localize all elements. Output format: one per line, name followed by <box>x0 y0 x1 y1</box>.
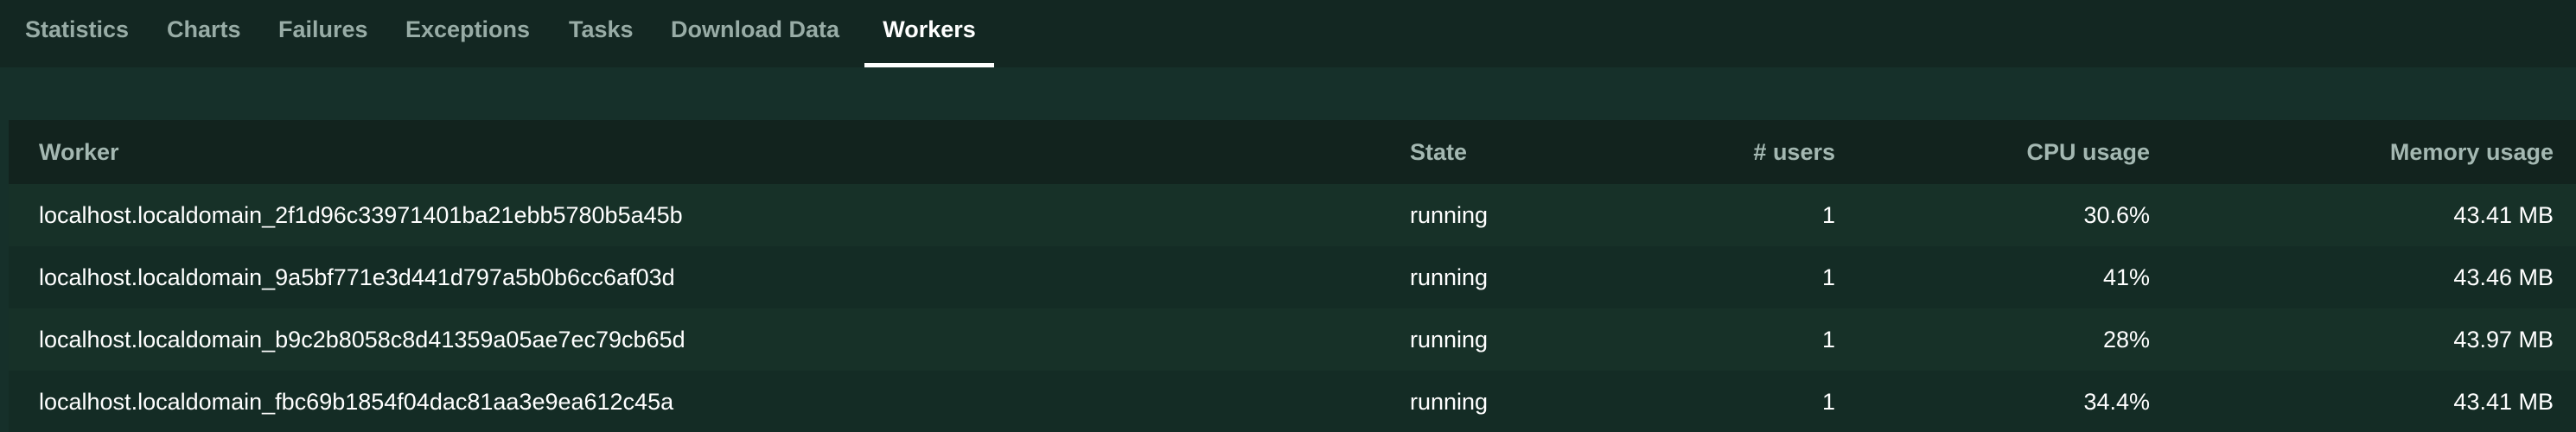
tab-exceptions[interactable]: Exceptions <box>405 0 530 67</box>
table-row: localhost.localdomain_9a5bf771e3d441d797… <box>9 246 2576 308</box>
table-header: Worker State # users CPU usage Memory us… <box>9 120 2576 184</box>
worker-memory-usage: 43.41 MB <box>2453 389 2554 415</box>
worker-state: running <box>1410 327 1489 353</box>
worker-cpu-usage: 41% <box>2102 264 2150 290</box>
worker-state: running <box>1410 202 1489 228</box>
worker-memory-usage: 43.97 MB <box>2453 327 2554 353</box>
worker-name: localhost.localdomain_b9c2b8058c8d41359a… <box>39 327 685 353</box>
tab-download-data[interactable]: Download Data <box>671 0 839 67</box>
tab-charts[interactable]: Charts <box>167 0 241 67</box>
table-row: localhost.localdomain_b9c2b8058c8d41359a… <box>9 308 2576 371</box>
tab-workers[interactable]: Workers <box>864 0 994 67</box>
worker-users: 1 <box>1821 264 1835 290</box>
worker-name: localhost.localdomain_9a5bf771e3d441d797… <box>39 264 675 290</box>
worker-state: running <box>1410 264 1489 290</box>
worker-cpu-usage: 34.4% <box>2083 389 2150 415</box>
column-header-cpu-usage[interactable]: CPU usage <box>1867 120 2150 184</box>
tab-bar: Statistics Charts Failures Exceptions Ta… <box>0 0 2576 67</box>
worker-memory-usage: 43.41 MB <box>2453 202 2554 228</box>
worker-cpu-usage: 30.6% <box>2083 202 2150 228</box>
worker-name: localhost.localdomain_2f1d96c33971401ba2… <box>39 202 683 228</box>
worker-users: 1 <box>1821 327 1835 353</box>
workers-table: Worker State # users CPU usage Memory us… <box>9 120 2576 432</box>
column-header-memory-usage[interactable]: Memory usage <box>2170 120 2554 184</box>
tab-statistics[interactable]: Statistics <box>25 0 129 67</box>
worker-name: localhost.localdomain_fbc69b1854f04dac81… <box>39 389 674 415</box>
tab-failures[interactable]: Failures <box>278 0 368 67</box>
worker-state: running <box>1410 389 1489 415</box>
column-header-worker[interactable]: Worker <box>39 120 1336 184</box>
column-header-state[interactable]: State <box>1410 120 1626 184</box>
active-tab-indicator <box>864 63 994 67</box>
worker-cpu-usage: 28% <box>2102 327 2150 353</box>
tab-workers-label: Workers <box>883 16 976 42</box>
table-row: localhost.localdomain_2f1d96c33971401ba2… <box>9 184 2576 246</box>
worker-memory-usage: 43.46 MB <box>2453 264 2554 290</box>
worker-users: 1 <box>1821 202 1835 228</box>
column-header-users[interactable]: # users <box>1651 120 1835 184</box>
locust-web-ui: Statistics Charts Failures Exceptions Ta… <box>0 0 2576 432</box>
tab-tasks[interactable]: Tasks <box>569 0 634 67</box>
worker-users: 1 <box>1821 389 1835 415</box>
table-row: localhost.localdomain_fbc69b1854f04dac81… <box>9 371 2576 432</box>
